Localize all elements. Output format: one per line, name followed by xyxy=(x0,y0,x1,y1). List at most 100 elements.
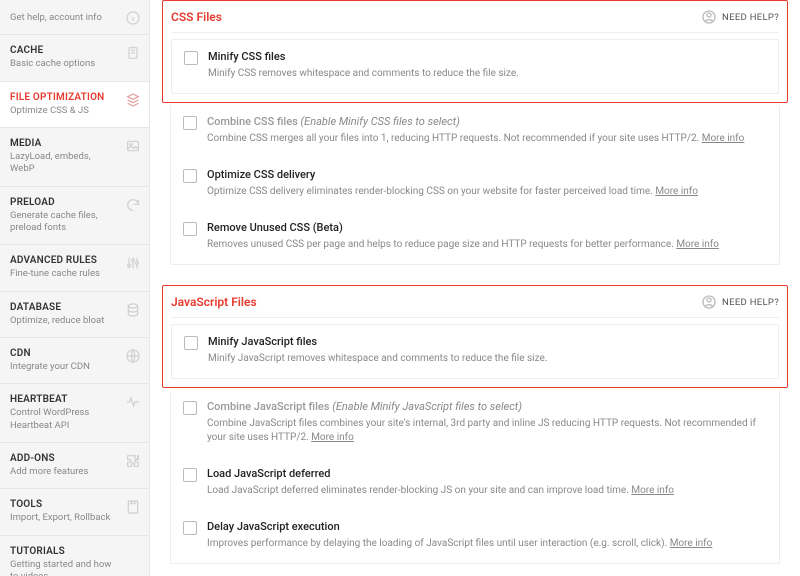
help-icon xyxy=(701,294,717,310)
sidebar-item-title: TUTORIALS xyxy=(10,546,139,557)
help-icon xyxy=(701,9,717,25)
css-option-row: Minify CSS files Minify CSS removes whit… xyxy=(172,40,778,93)
css-minify-panel: Minify CSS files Minify CSS removes whit… xyxy=(171,39,779,94)
option-desc: Optimize CSS delivery eliminates render-… xyxy=(207,185,767,199)
sidebar-item-sub: Fine-tune cache rules xyxy=(10,268,139,280)
checkbox[interactable] xyxy=(183,222,197,236)
option-desc: Load JavaScript deferred eliminates rend… xyxy=(207,484,767,498)
checkbox[interactable] xyxy=(183,401,197,415)
sidebar-item-title: ADD-ONS xyxy=(10,453,139,464)
option-hint: (Enable Minify CSS files to select) xyxy=(301,115,460,128)
sidebar-item-sub: Optimize CSS & JS xyxy=(10,105,139,117)
css-files-highlight: CSS Files NEED HELP? Minify CSS files Mi… xyxy=(162,0,788,103)
option-title: Delay JavaScript execution xyxy=(207,520,767,533)
js-option-row: Combine JavaScript files (Enable Minify … xyxy=(171,390,779,457)
sidebar-item-sub: Getting started and how to videos xyxy=(10,559,139,576)
sidebar-item-sub: Control WordPress Heartbeat API xyxy=(10,407,139,432)
option-title: Minify CSS files xyxy=(208,50,766,63)
sidebar-item-title: FILE OPTIMIZATION xyxy=(10,92,139,103)
puzzle-icon xyxy=(125,453,141,472)
globe-icon xyxy=(125,348,141,367)
sidebar: Get help, account info CACHE Basic cache o… xyxy=(0,0,150,576)
option-title: Optimize CSS delivery xyxy=(207,168,767,181)
option-title: Remove Unused CSS (Beta) xyxy=(207,221,767,234)
more-info-link[interactable]: More info xyxy=(702,133,745,144)
option-desc: Minify CSS removes whitespace and commen… xyxy=(208,67,766,81)
more-info-link[interactable]: More info xyxy=(311,432,354,443)
sidebar-item-preload[interactable]: PRELOAD Generate cache files, preload fon… xyxy=(0,187,149,246)
option-title: Load JavaScript deferred xyxy=(207,467,767,480)
js-minify-panel: Minify JavaScript files Minify JavaScrip… xyxy=(171,324,779,379)
sidebar-item-sub: Optimize, reduce bloat xyxy=(10,315,139,327)
js-option-row: Minify JavaScript files Minify JavaScrip… xyxy=(172,325,778,378)
js-option-row: Delay JavaScript execution Improves perf… xyxy=(171,510,779,563)
sidebar-item-cache[interactable]: CACHE Basic cache options xyxy=(0,35,149,81)
option-title: Combine CSS files (Enable Minify CSS fil… xyxy=(207,115,767,128)
option-title: Minify JavaScript files xyxy=(208,335,766,348)
sidebar-item-tutorials[interactable]: TUTORIALS Getting started and how to vide… xyxy=(0,536,149,576)
refresh-icon xyxy=(125,197,141,216)
checkbox[interactable] xyxy=(184,51,198,65)
checkbox[interactable] xyxy=(183,521,197,535)
sidebar-item-title: ADVANCED RULES xyxy=(10,255,139,266)
sidebar-item-database[interactable]: DATABASE Optimize, reduce bloat xyxy=(0,292,149,338)
need-help-label: NEED HELP? xyxy=(722,12,779,23)
option-hint: (Enable Minify JavaScript files to selec… xyxy=(332,400,522,413)
checkbox[interactable] xyxy=(183,116,197,130)
sidebar-item-title: HEARTBEAT xyxy=(10,394,139,405)
more-info-link[interactable]: More info xyxy=(676,239,719,250)
sidebar-item-sub: Basic cache options xyxy=(10,58,139,70)
sidebar-item-sub: Generate cache files, preload fonts xyxy=(10,210,139,235)
main-content: CSS Files NEED HELP? Minify CSS files Mi… xyxy=(150,0,800,576)
sidebar-item-title: TOOLS xyxy=(10,499,139,510)
checkbox[interactable] xyxy=(184,336,198,350)
sidebar-item-sub: Add more features xyxy=(10,466,139,478)
gallery-icon xyxy=(125,138,141,157)
sidebar-item-sub: Integrate your CDN xyxy=(10,361,139,373)
database-icon xyxy=(125,302,141,321)
js-section-title: JavaScript Files xyxy=(171,295,257,309)
stack-icon xyxy=(125,92,141,111)
sidebar-item-title: CDN xyxy=(10,348,139,359)
need-help-link[interactable]: NEED HELP? xyxy=(701,294,779,310)
js-options-panel: Combine JavaScript files (Enable Minify … xyxy=(170,390,780,564)
sidebar-item-media[interactable]: MEDIA LazyLoad, embeds, WebP xyxy=(0,128,149,187)
css-option-row: Combine CSS files (Enable Minify CSS fil… xyxy=(171,105,779,158)
sidebar-item-sub: Get help, account info xyxy=(10,12,139,24)
sidebar-item-title: DATABASE xyxy=(10,302,139,313)
sidebar-item-heartbeat[interactable]: HEARTBEAT Control WordPress Heartbeat API xyxy=(0,384,149,443)
sidebar-item-tools[interactable]: TOOLS Import, Export, Rollback xyxy=(0,489,149,535)
option-desc: Improves performance by delaying the loa… xyxy=(207,537,767,551)
sidebar-item-title: MEDIA xyxy=(10,138,139,149)
css-option-row: Optimize CSS delivery Optimize CSS deliv… xyxy=(171,158,779,211)
sliders-icon xyxy=(125,255,141,274)
page-icon xyxy=(125,45,141,64)
more-info-link[interactable]: More info xyxy=(631,485,674,496)
js-files-highlight: JavaScript Files NEED HELP? Minify JavaS… xyxy=(162,285,788,388)
css-option-row: Remove Unused CSS (Beta) Removes unused … xyxy=(171,211,779,264)
sidebar-item-file-optimization[interactable]: FILE OPTIMIZATION Optimize CSS & JS xyxy=(0,82,149,128)
js-option-row: Load JavaScript deferred Load JavaScript… xyxy=(171,457,779,510)
css-section-title: CSS Files xyxy=(171,10,222,24)
option-desc: Combine JavaScript files combines your s… xyxy=(207,417,767,445)
sidebar-item-sub: LazyLoad, embeds, WebP xyxy=(10,151,139,176)
sidebar-item-title: CACHE xyxy=(10,45,139,56)
need-help-label: NEED HELP? xyxy=(722,297,779,308)
checkbox[interactable] xyxy=(183,169,197,183)
sidebar-item-title: PRELOAD xyxy=(10,197,139,208)
checkbox[interactable] xyxy=(183,468,197,482)
sidebar-item-sub: Import, Export, Rollback xyxy=(10,512,139,524)
info-icon xyxy=(125,10,141,29)
sidebar-item-advanced-rules[interactable]: ADVANCED RULES Fine-tune cache rules xyxy=(0,245,149,291)
more-info-link[interactable]: More info xyxy=(670,538,713,549)
option-title: Combine JavaScript files (Enable Minify … xyxy=(207,400,767,413)
css-options-panel: Combine CSS files (Enable Minify CSS fil… xyxy=(170,105,780,265)
sidebar-item-cdn[interactable]: CDN Integrate your CDN xyxy=(0,338,149,384)
need-help-link[interactable]: NEED HELP? xyxy=(701,9,779,25)
sidebar-item-add-ons[interactable]: ADD-ONS Add more features xyxy=(0,443,149,489)
more-info-link[interactable]: More info xyxy=(655,186,698,197)
heartbeat-icon xyxy=(125,394,141,413)
option-desc: Combine CSS merges all your files into 1… xyxy=(207,132,767,146)
tool-icon xyxy=(125,499,141,518)
sidebar-item-info[interactable]: Get help, account info xyxy=(0,0,149,35)
